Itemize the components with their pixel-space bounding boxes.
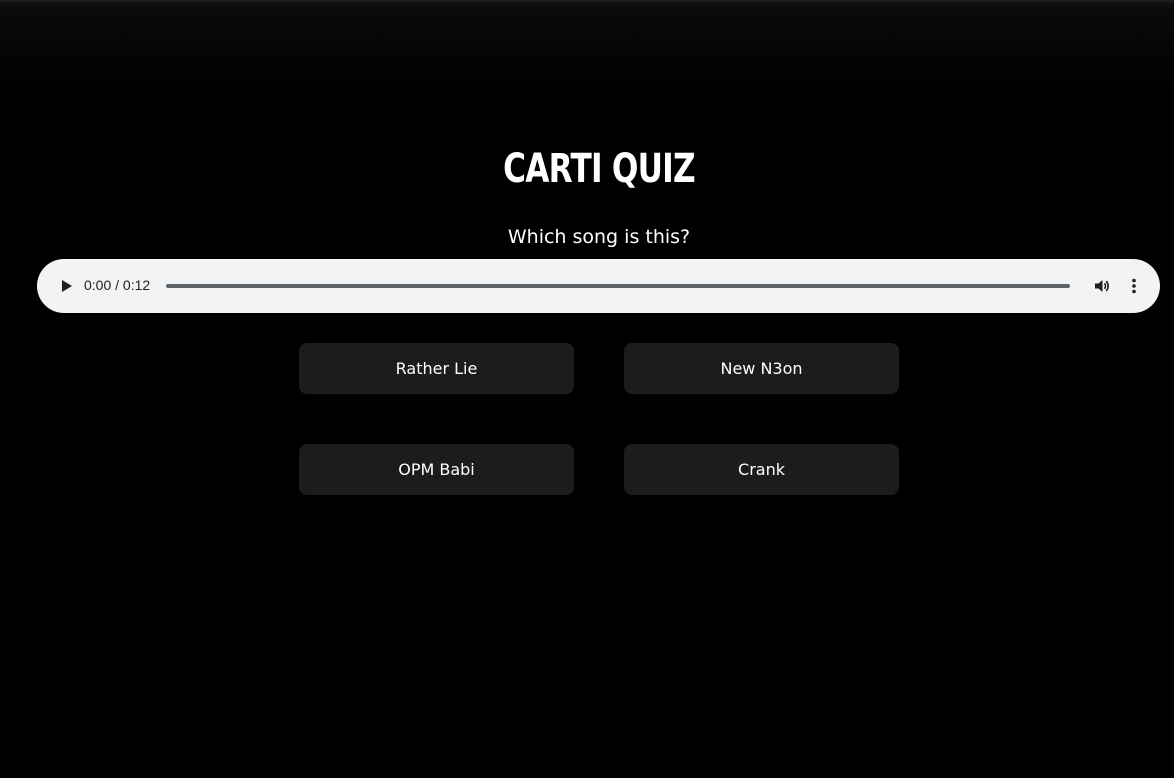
answer-button-rather-lie[interactable]: Rather Lie <box>299 343 574 394</box>
more-options-button[interactable] <box>1124 276 1144 296</box>
page-title: CARTI QUIZ <box>503 146 695 192</box>
play-icon <box>62 280 72 292</box>
answer-button-new-n3on[interactable]: New N3on <box>624 343 899 394</box>
time-display: 0:00 / 0:12 <box>84 277 151 293</box>
volume-icon <box>1095 280 1109 292</box>
answer-button-crank[interactable]: Crank <box>624 444 899 495</box>
more-vert-icon <box>1132 278 1136 294</box>
audio-player[interactable]: 0:00 / 0:12 <box>37 259 1160 313</box>
play-button[interactable] <box>56 276 76 296</box>
top-shadow-band <box>0 0 1174 90</box>
question-text: Which song is this? <box>507 226 691 248</box>
seek-bar[interactable] <box>166 284 1070 288</box>
answer-button-opm-babi[interactable]: OPM Babi <box>299 444 574 495</box>
volume-button[interactable] <box>1092 276 1112 296</box>
